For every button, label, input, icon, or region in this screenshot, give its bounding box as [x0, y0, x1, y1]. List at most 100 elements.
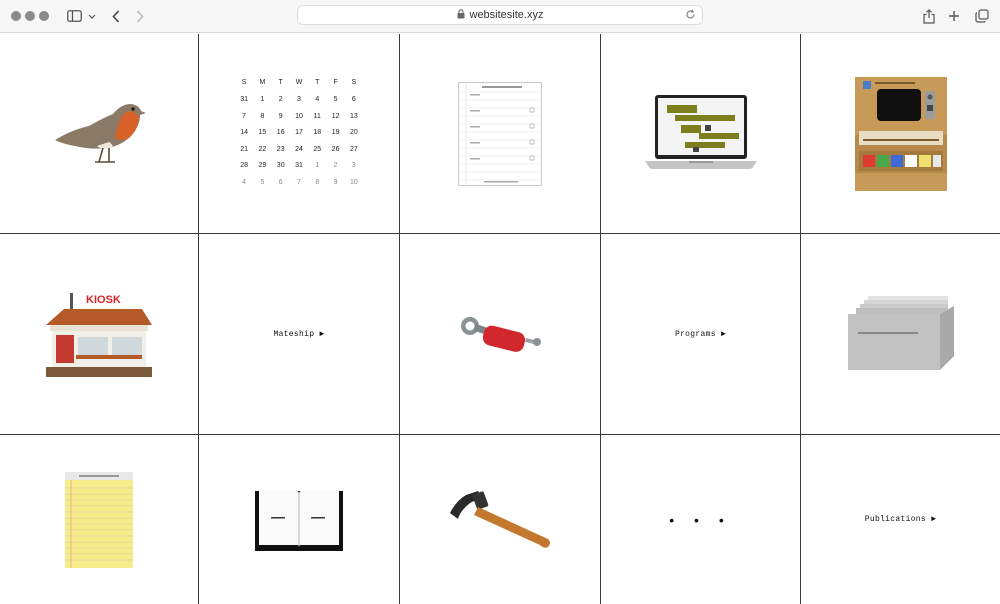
document-sheet-icon [458, 81, 542, 186]
tile-laptop[interactable] [601, 34, 800, 233]
maximize-window-button[interactable] [39, 11, 49, 21]
calendar-day[interactable]: 31 [290, 158, 308, 175]
browser-toolbar: websitesite.xyz [0, 0, 1000, 33]
calendar-day[interactable]: 9 [326, 175, 344, 192]
calendar-day[interactable]: 10 [290, 109, 308, 126]
tile-monitor[interactable] [801, 34, 1000, 233]
calendar-day[interactable]: 25 [308, 142, 326, 159]
calendar-day[interactable]: 12 [326, 109, 344, 126]
tile-publications[interactable]: Publications ► [801, 435, 1000, 604]
share-icon[interactable] [921, 5, 937, 27]
calendar-day[interactable]: 8 [253, 109, 271, 126]
calendar-day[interactable]: 15 [253, 125, 271, 142]
tile-kiosk[interactable]: KIOSK [0, 234, 198, 434]
calendar-week: 28 29 30 31 1 2 3 [235, 158, 363, 175]
hammer-icon [450, 490, 550, 548]
calendar-day[interactable]: 28 [235, 158, 253, 175]
robin-bird-icon [55, 103, 146, 163]
file-cabinet-icon [847, 296, 954, 370]
calendar-day[interactable]: 30 [272, 158, 290, 175]
calendar-day[interactable]: 3 [345, 158, 363, 175]
kiosk-icon: KIOSK [46, 293, 152, 377]
calendar-day[interactable]: 11 [308, 109, 326, 126]
calendar-day[interactable]: 16 [272, 125, 290, 142]
calendar-day[interactable]: 23 [272, 142, 290, 159]
calendar-day[interactable]: 7 [290, 175, 308, 192]
chevron-down-icon[interactable] [86, 5, 98, 27]
calendar-week: 31 1 2 3 4 5 6 [235, 92, 363, 109]
calendar-day[interactable]: 1 [308, 158, 326, 175]
weekday-label: S [241, 79, 247, 87]
tile-document[interactable] [400, 34, 600, 233]
laptop-icon [644, 94, 757, 169]
tile-more[interactable]: • • • [601, 435, 800, 604]
calendar-day[interactable]: 19 [326, 125, 344, 142]
calendar-day[interactable]: 2 [272, 92, 290, 109]
more-dots[interactable]: • • • [669, 512, 731, 528]
calendar-day[interactable]: 8 [308, 175, 326, 192]
calendar-day[interactable]: 13 [345, 109, 363, 126]
tile-calendar[interactable]: S M T W T F S 31 1 2 3 4 5 6 7 8 9 10 11 12 13 14 15 16 1… [199, 34, 399, 233]
forward-icon[interactable] [132, 5, 148, 27]
calendar-day[interactable]: 21 [235, 142, 253, 159]
address-bar[interactable]: websitesite.xyz [297, 5, 703, 25]
calendar-day[interactable]: 5 [253, 175, 271, 192]
kiosk-sign: KIOSK [86, 294, 121, 306]
calendar-day[interactable]: 7 [235, 109, 253, 126]
calendar-day[interactable]: 6 [345, 92, 363, 109]
pin-tool-icon [461, 317, 541, 352]
tabs-icon[interactable] [973, 5, 991, 27]
calendar-week: 14 15 16 17 18 19 20 [235, 125, 363, 142]
weekday-label: F [333, 79, 338, 87]
calendar-day[interactable]: 22 [253, 142, 271, 159]
calendar-day[interactable]: 4 [308, 92, 326, 109]
calendar-day[interactable]: 14 [235, 125, 253, 142]
calendar-day[interactable]: 26 [326, 142, 344, 159]
calendar-day[interactable]: 24 [290, 142, 308, 159]
back-icon[interactable] [108, 5, 124, 27]
tile-programs[interactable]: Programs ► [601, 234, 800, 434]
calendar-day[interactable]: 17 [290, 125, 308, 142]
reload-icon[interactable] [685, 9, 696, 23]
weekday-label: S [351, 79, 357, 87]
close-window-button[interactable] [11, 11, 21, 21]
calendar-day[interactable]: 20 [345, 125, 363, 142]
tile-legal-pad[interactable] [0, 435, 198, 604]
weekday-label: M [259, 79, 266, 87]
plus-icon[interactable] [946, 5, 962, 27]
calendar-week: 21 22 23 24 25 26 27 [235, 142, 363, 159]
lock-icon [457, 8, 465, 22]
weekday-label: T [315, 79, 320, 87]
calendar-day[interactable]: 4 [235, 175, 253, 192]
calendar-day[interactable]: 27 [345, 142, 363, 159]
calendar-day[interactable]: 29 [253, 158, 271, 175]
calendar-day[interactable]: 2 [326, 158, 344, 175]
tile-file-cabinet[interactable] [801, 234, 1000, 434]
calendar-day[interactable]: 18 [308, 125, 326, 142]
calendar-day[interactable]: 10 [345, 175, 363, 192]
calendar-day[interactable]: 5 [326, 92, 344, 109]
tile-bird[interactable] [0, 34, 198, 233]
wooden-monitor-icon [854, 76, 947, 191]
calendar-day[interactable]: 31 [235, 92, 253, 109]
weekday-label: T [278, 79, 283, 87]
minimize-window-button[interactable] [25, 11, 35, 21]
publications-link[interactable]: Publications ► [865, 515, 936, 524]
open-book-icon [255, 490, 343, 551]
calendar-day[interactable]: 9 [272, 109, 290, 126]
programs-link[interactable]: Programs ► [675, 330, 726, 339]
calendar-week: 7 8 9 10 11 12 13 [235, 109, 363, 126]
mateship-link[interactable]: Mateship ► [273, 330, 324, 339]
sidebar-icon[interactable] [65, 5, 83, 27]
calendar-day[interactable]: 3 [290, 92, 308, 109]
calendar-week: 4 5 6 7 8 9 10 [235, 175, 363, 192]
tile-mateship[interactable]: Mateship ► [199, 234, 399, 434]
calendar-day[interactable]: 6 [272, 175, 290, 192]
tile-book[interactable] [199, 435, 399, 604]
tile-hammer[interactable] [400, 435, 600, 604]
calendar-day[interactable]: 1 [253, 92, 271, 109]
tile-tool[interactable] [400, 234, 600, 434]
legal-pad-icon [65, 471, 133, 568]
url-text: websitesite.xyz [469, 9, 544, 21]
calendar-days: 31 1 2 3 4 5 6 7 8 9 10 11 12 13 14 15 16 17 18 19 20 21 22 23 2… [235, 92, 363, 192]
